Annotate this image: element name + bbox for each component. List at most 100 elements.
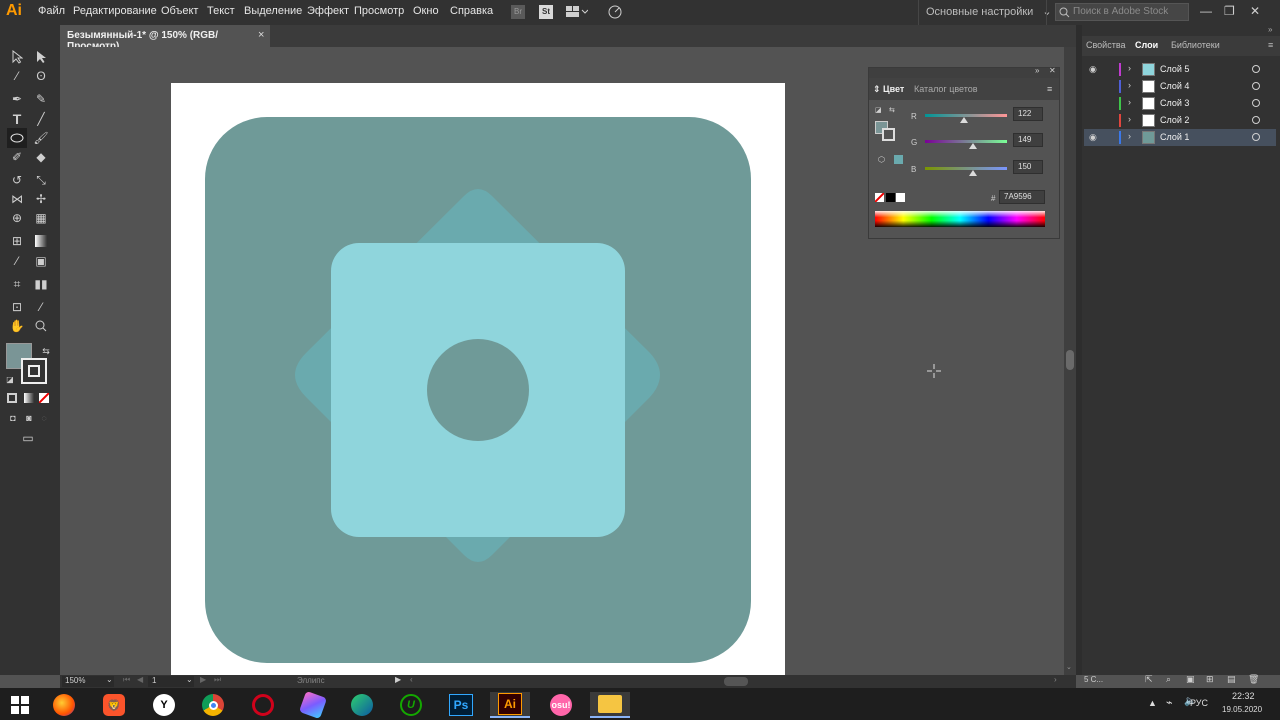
language-indicator[interactable]: РУС <box>1190 698 1208 708</box>
puppet-warp-tool-icon[interactable]: ✢ <box>31 189 51 209</box>
scale-tool-icon[interactable]: ⤡ <box>31 170 51 190</box>
slider-b[interactable] <box>925 167 1007 170</box>
rotate-tool-icon[interactable]: ↺ <box>7 170 27 190</box>
expand-layer-icon[interactable]: › <box>1128 97 1131 107</box>
layer-name[interactable]: Слой 2 <box>1160 115 1189 125</box>
eyedropper-tool-icon[interactable]: ⁄ <box>7 251 27 271</box>
none-mode-icon[interactable] <box>39 393 49 403</box>
type-tool-icon[interactable]: T <box>7 109 27 129</box>
taskbar-edge[interactable] <box>342 692 382 718</box>
scroll-thumb[interactable] <box>1066 350 1074 370</box>
slider-b-thumb[interactable] <box>969 170 977 176</box>
tab-color-guide[interactable]: Каталог цветов <box>914 84 978 94</box>
last-artboard-icon[interactable]: ⏭ <box>214 675 221 685</box>
selection-tool-icon[interactable] <box>7 47 27 67</box>
panel-menu-icon[interactable]: ≡ <box>1268 40 1273 50</box>
menu-file[interactable]: Файл <box>38 5 65 17</box>
panel-stroke-swatch[interactable] <box>882 128 895 141</box>
collapse-icon[interactable]: » <box>1268 25 1272 34</box>
layer-row[interactable]: › Слой 3 <box>1084 95 1276 112</box>
artboard-tool-icon[interactable]: ⊡ <box>7 297 27 317</box>
start-button[interactable] <box>0 692 40 718</box>
swap-fill-stroke-icon[interactable]: ⇆ <box>36 341 56 361</box>
web-safe-color-swatch[interactable] <box>894 155 903 164</box>
zoom-tool-icon[interactable] <box>31 316 51 336</box>
stroke-swatch[interactable] <box>21 358 47 384</box>
visibility-eye-icon[interactable]: ◉ <box>1089 132 1097 143</box>
bridge-icon[interactable]: Br <box>511 5 525 19</box>
mesh-tool-icon[interactable]: ⊞ <box>7 231 27 251</box>
adobe-stock-search[interactable]: Поиск в Adobe Stock <box>1055 3 1189 21</box>
minimize-button[interactable]: — <box>1200 4 1212 18</box>
taskbar-yandex[interactable]: Y <box>144 692 184 718</box>
black-swatch[interactable] <box>886 193 895 202</box>
gradient-mode-icon[interactable] <box>24 393 34 403</box>
taskbar-firefox[interactable] <box>44 692 84 718</box>
lasso-tool-icon[interactable]: ʘ <box>31 66 51 86</box>
zoom-select[interactable]: 150% ⌄ <box>62 675 114 687</box>
target-circle-icon[interactable] <box>1252 82 1260 90</box>
close-panel-icon[interactable]: ✕ <box>1049 66 1056 75</box>
menu-edit[interactable]: Редактирование <box>73 5 157 17</box>
first-artboard-icon[interactable]: ⏮ <box>123 675 130 685</box>
color-mode-icon[interactable] <box>7 393 17 403</box>
direct-selection-tool-icon[interactable] <box>31 47 51 67</box>
slider-r-thumb[interactable] <box>960 117 968 123</box>
white-swatch[interactable] <box>896 193 905 202</box>
export-icon[interactable]: ⇱ <box>1145 674 1153 685</box>
expand-layer-icon[interactable]: › <box>1128 80 1131 90</box>
taskbar-illustrator[interactable]: Ai <box>490 692 530 718</box>
symbol-sprayer-tool-icon[interactable]: ⌗ <box>7 274 27 294</box>
layer-name[interactable]: Слой 1 <box>1160 132 1189 142</box>
menu-effect[interactable]: Эффект <box>307 5 349 17</box>
color-panel-header[interactable]: » ✕ <box>869 66 1059 78</box>
menu-help[interactable]: Справка <box>450 5 493 17</box>
clock-time[interactable]: 22:32 <box>1232 691 1255 701</box>
slider-g[interactable] <box>925 140 1007 143</box>
stock-icon[interactable]: St <box>539 5 553 19</box>
artboard-number-select[interactable]: 1 ⌄ <box>148 675 194 687</box>
close-button[interactable]: ✕ <box>1250 4 1260 18</box>
target-circle-icon[interactable] <box>1252 65 1260 73</box>
layer-row[interactable]: ◉ › Слой 1 <box>1084 129 1276 146</box>
visibility-eye-icon[interactable]: ◉ <box>1089 64 1097 75</box>
menu-object[interactable]: Объект <box>161 5 198 17</box>
paintbrush-tool-icon[interactable]: 🖌 <box>31 128 51 148</box>
arrange-documents-icon[interactable] <box>566 5 589 19</box>
layer-name[interactable]: Слой 5 <box>1160 64 1189 74</box>
menu-view[interactable]: Просмотр <box>354 5 404 17</box>
close-tab-icon[interactable]: × <box>258 29 264 41</box>
layer-row[interactable]: › Слой 2 <box>1084 112 1276 129</box>
layer-row[interactable]: › Слой 4 <box>1084 78 1276 95</box>
clock-date[interactable]: 19.05.2020 <box>1222 705 1262 714</box>
slider-g-thumb[interactable] <box>969 143 977 149</box>
target-circle-icon[interactable] <box>1252 133 1260 141</box>
taskbar-file-explorer[interactable] <box>590 692 630 718</box>
gpu-performance-icon[interactable] <box>606 5 622 19</box>
gradient-tool-icon[interactable] <box>31 231 51 251</box>
taskbar-photoshop[interactable]: Ps <box>441 692 481 718</box>
menu-type[interactable]: Текст <box>207 5 235 17</box>
new-sublayer-icon[interactable]: ⊞ <box>1206 674 1214 685</box>
none-color-icon[interactable] <box>875 193 884 202</box>
pen-tool-icon[interactable]: ✒ <box>7 89 27 109</box>
shape-builder-tool-icon[interactable]: ⊕ <box>7 208 27 228</box>
network-icon[interactable]: ⌁ <box>1166 696 1173 709</box>
panel-menu-icon[interactable]: ≡ <box>1047 84 1052 94</box>
maximize-button[interactable]: ❐ <box>1224 4 1235 18</box>
document-tab[interactable]: Безымянный-1* @ 150% (RGB/Просмотр) × <box>60 25 270 52</box>
input-g[interactable]: 149 <box>1013 133 1043 147</box>
expand-layer-icon[interactable]: › <box>1128 131 1131 141</box>
input-b[interactable]: 150 <box>1013 160 1043 174</box>
swap-colors-icon[interactable]: ⇆ <box>889 106 895 114</box>
clipping-mask-icon[interactable]: ▣ <box>1186 674 1195 685</box>
magic-wand-tool-icon[interactable]: ⁄ <box>7 66 27 86</box>
target-circle-icon[interactable] <box>1252 99 1260 107</box>
curvature-tool-icon[interactable]: ✎ <box>31 89 51 109</box>
layer-row[interactable]: ◉ › Слой 5 <box>1084 61 1276 78</box>
default-colors-icon[interactable]: ◪ <box>875 106 883 114</box>
expand-layer-icon[interactable]: › <box>1128 63 1131 73</box>
draw-inside-icon[interactable]: ◌ <box>34 408 54 428</box>
scroll-down-icon[interactable]: ⌄ <box>1066 663 1072 671</box>
vertical-scrollbar[interactable]: ⌄ <box>1064 47 1076 675</box>
